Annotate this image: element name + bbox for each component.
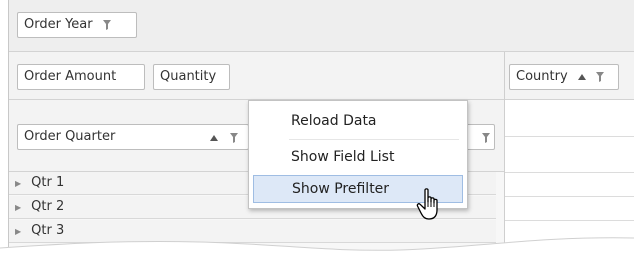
torn-edge-decoration xyxy=(0,237,634,260)
cell-divider xyxy=(505,136,634,137)
row-label: Qtr 2 xyxy=(31,199,65,214)
filter-icon[interactable] xyxy=(102,19,111,30)
hand-pointer-cursor-icon xyxy=(416,188,438,220)
filter-icon[interactable] xyxy=(482,133,490,143)
field-order-quarter[interactable]: Order Quarter xyxy=(17,124,249,150)
expand-icon[interactable]: ▶ xyxy=(15,173,27,195)
menu-item-label: Show Field List xyxy=(291,149,395,165)
row-label: Qtr 1 xyxy=(31,175,65,190)
filter-icon[interactable] xyxy=(230,133,238,143)
cell-divider xyxy=(505,196,634,197)
sort-ascending-icon[interactable] xyxy=(210,135,218,141)
field-label: Order Year xyxy=(24,17,93,32)
field-label: Quantity xyxy=(160,69,217,84)
field-order-year[interactable]: Order Year xyxy=(17,12,137,38)
field-quantity[interactable]: Quantity xyxy=(153,64,230,90)
expand-icon[interactable]: ▶ xyxy=(15,197,27,219)
menu-item-label: Reload Data xyxy=(291,113,377,129)
menu-item-show-field-list[interactable]: Show Field List xyxy=(253,143,463,171)
field-order-amount[interactable]: Order Amount xyxy=(17,64,145,90)
field-country[interactable]: Country xyxy=(509,64,619,90)
field-label: Order Amount xyxy=(24,69,117,84)
cell-divider xyxy=(505,172,634,173)
menu-item-label: Show Prefilter xyxy=(292,181,390,197)
filter-icon[interactable] xyxy=(595,71,604,82)
cell-divider xyxy=(505,220,634,221)
field-label: Order Quarter xyxy=(24,129,116,144)
sort-ascending-icon[interactable] xyxy=(577,73,586,80)
menu-item-reload-data[interactable]: Reload Data xyxy=(253,107,463,135)
menu-separator xyxy=(289,139,459,140)
field-label: Country xyxy=(516,69,568,84)
